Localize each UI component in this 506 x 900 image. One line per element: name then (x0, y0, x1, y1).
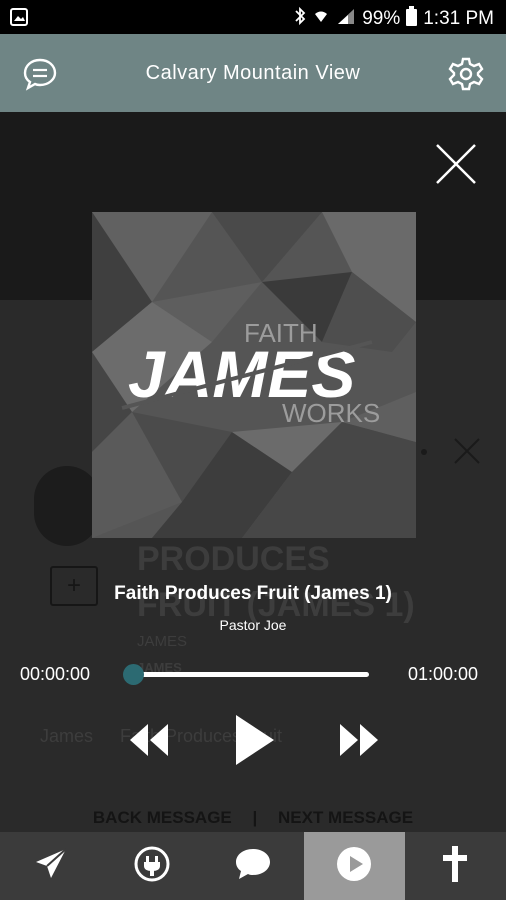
next-message-link[interactable]: NEXT MESSAGE (278, 808, 413, 827)
elapsed-time: 00:00:00 (20, 664, 91, 684)
clock: 1:31 PM (423, 8, 494, 29)
track-title: Faith Produces Fruit (James 1) (114, 583, 392, 604)
rewind-button[interactable] (124, 722, 172, 762)
signal-icon (336, 7, 356, 31)
message-nav-separator: | (252, 808, 258, 827)
play-icon (232, 713, 276, 772)
app-title: Calvary Mountain View (145, 62, 361, 84)
close-player-icon[interactable] (432, 140, 480, 188)
background-title-line1: PRODUCES (137, 540, 330, 578)
progress-bar[interactable] (133, 672, 369, 677)
wifi-icon (312, 7, 330, 31)
settings-gear-icon[interactable] (446, 54, 486, 94)
app-header: Calvary Mountain View (0, 34, 506, 112)
message-navigation: BACK MESSAGE | NEXT MESSAGE (0, 808, 506, 828)
progress-scrubber-handle[interactable] (123, 664, 144, 685)
rewind-icon (126, 722, 170, 763)
background-series: JAMES (137, 633, 188, 650)
artwork-word-works: WORKS (282, 398, 380, 428)
back-message-link[interactable]: BACK MESSAGE (93, 808, 232, 827)
plug-icon (133, 845, 171, 888)
track-artist: Pastor Joe (219, 617, 287, 633)
tab-media[interactable] (303, 832, 405, 900)
screen: 99% 1:31 PM Calvary Mountain View + PROD… (0, 0, 506, 900)
gallery-notification-icon (10, 8, 28, 31)
tab-chat[interactable] (202, 832, 303, 900)
background-more-dot (421, 449, 427, 455)
background-breadcrumb-series: James (40, 726, 94, 746)
status-bar: 99% 1:31 PM (0, 0, 506, 34)
battery-percent: 99% (362, 8, 401, 29)
bottom-tab-bar (0, 832, 506, 900)
tab-plug[interactable] (101, 832, 202, 900)
tab-faith[interactable] (405, 832, 506, 900)
background-avatar (34, 466, 100, 546)
cross-icon (441, 844, 469, 889)
play-button[interactable] (228, 714, 280, 770)
fast-forward-icon (338, 722, 382, 763)
fast-forward-button[interactable] (336, 722, 384, 762)
battery-icon (406, 6, 418, 32)
album-artwork: FAITH JAMES WORKS (92, 212, 416, 538)
send-icon (33, 846, 69, 887)
background-close-icon (452, 436, 482, 466)
tab-send[interactable] (0, 832, 101, 900)
chat-bubble-icon (234, 847, 272, 886)
play-circle-icon (335, 845, 373, 888)
bluetooth-icon (294, 6, 306, 32)
total-duration: 01:00:00 (408, 664, 479, 684)
